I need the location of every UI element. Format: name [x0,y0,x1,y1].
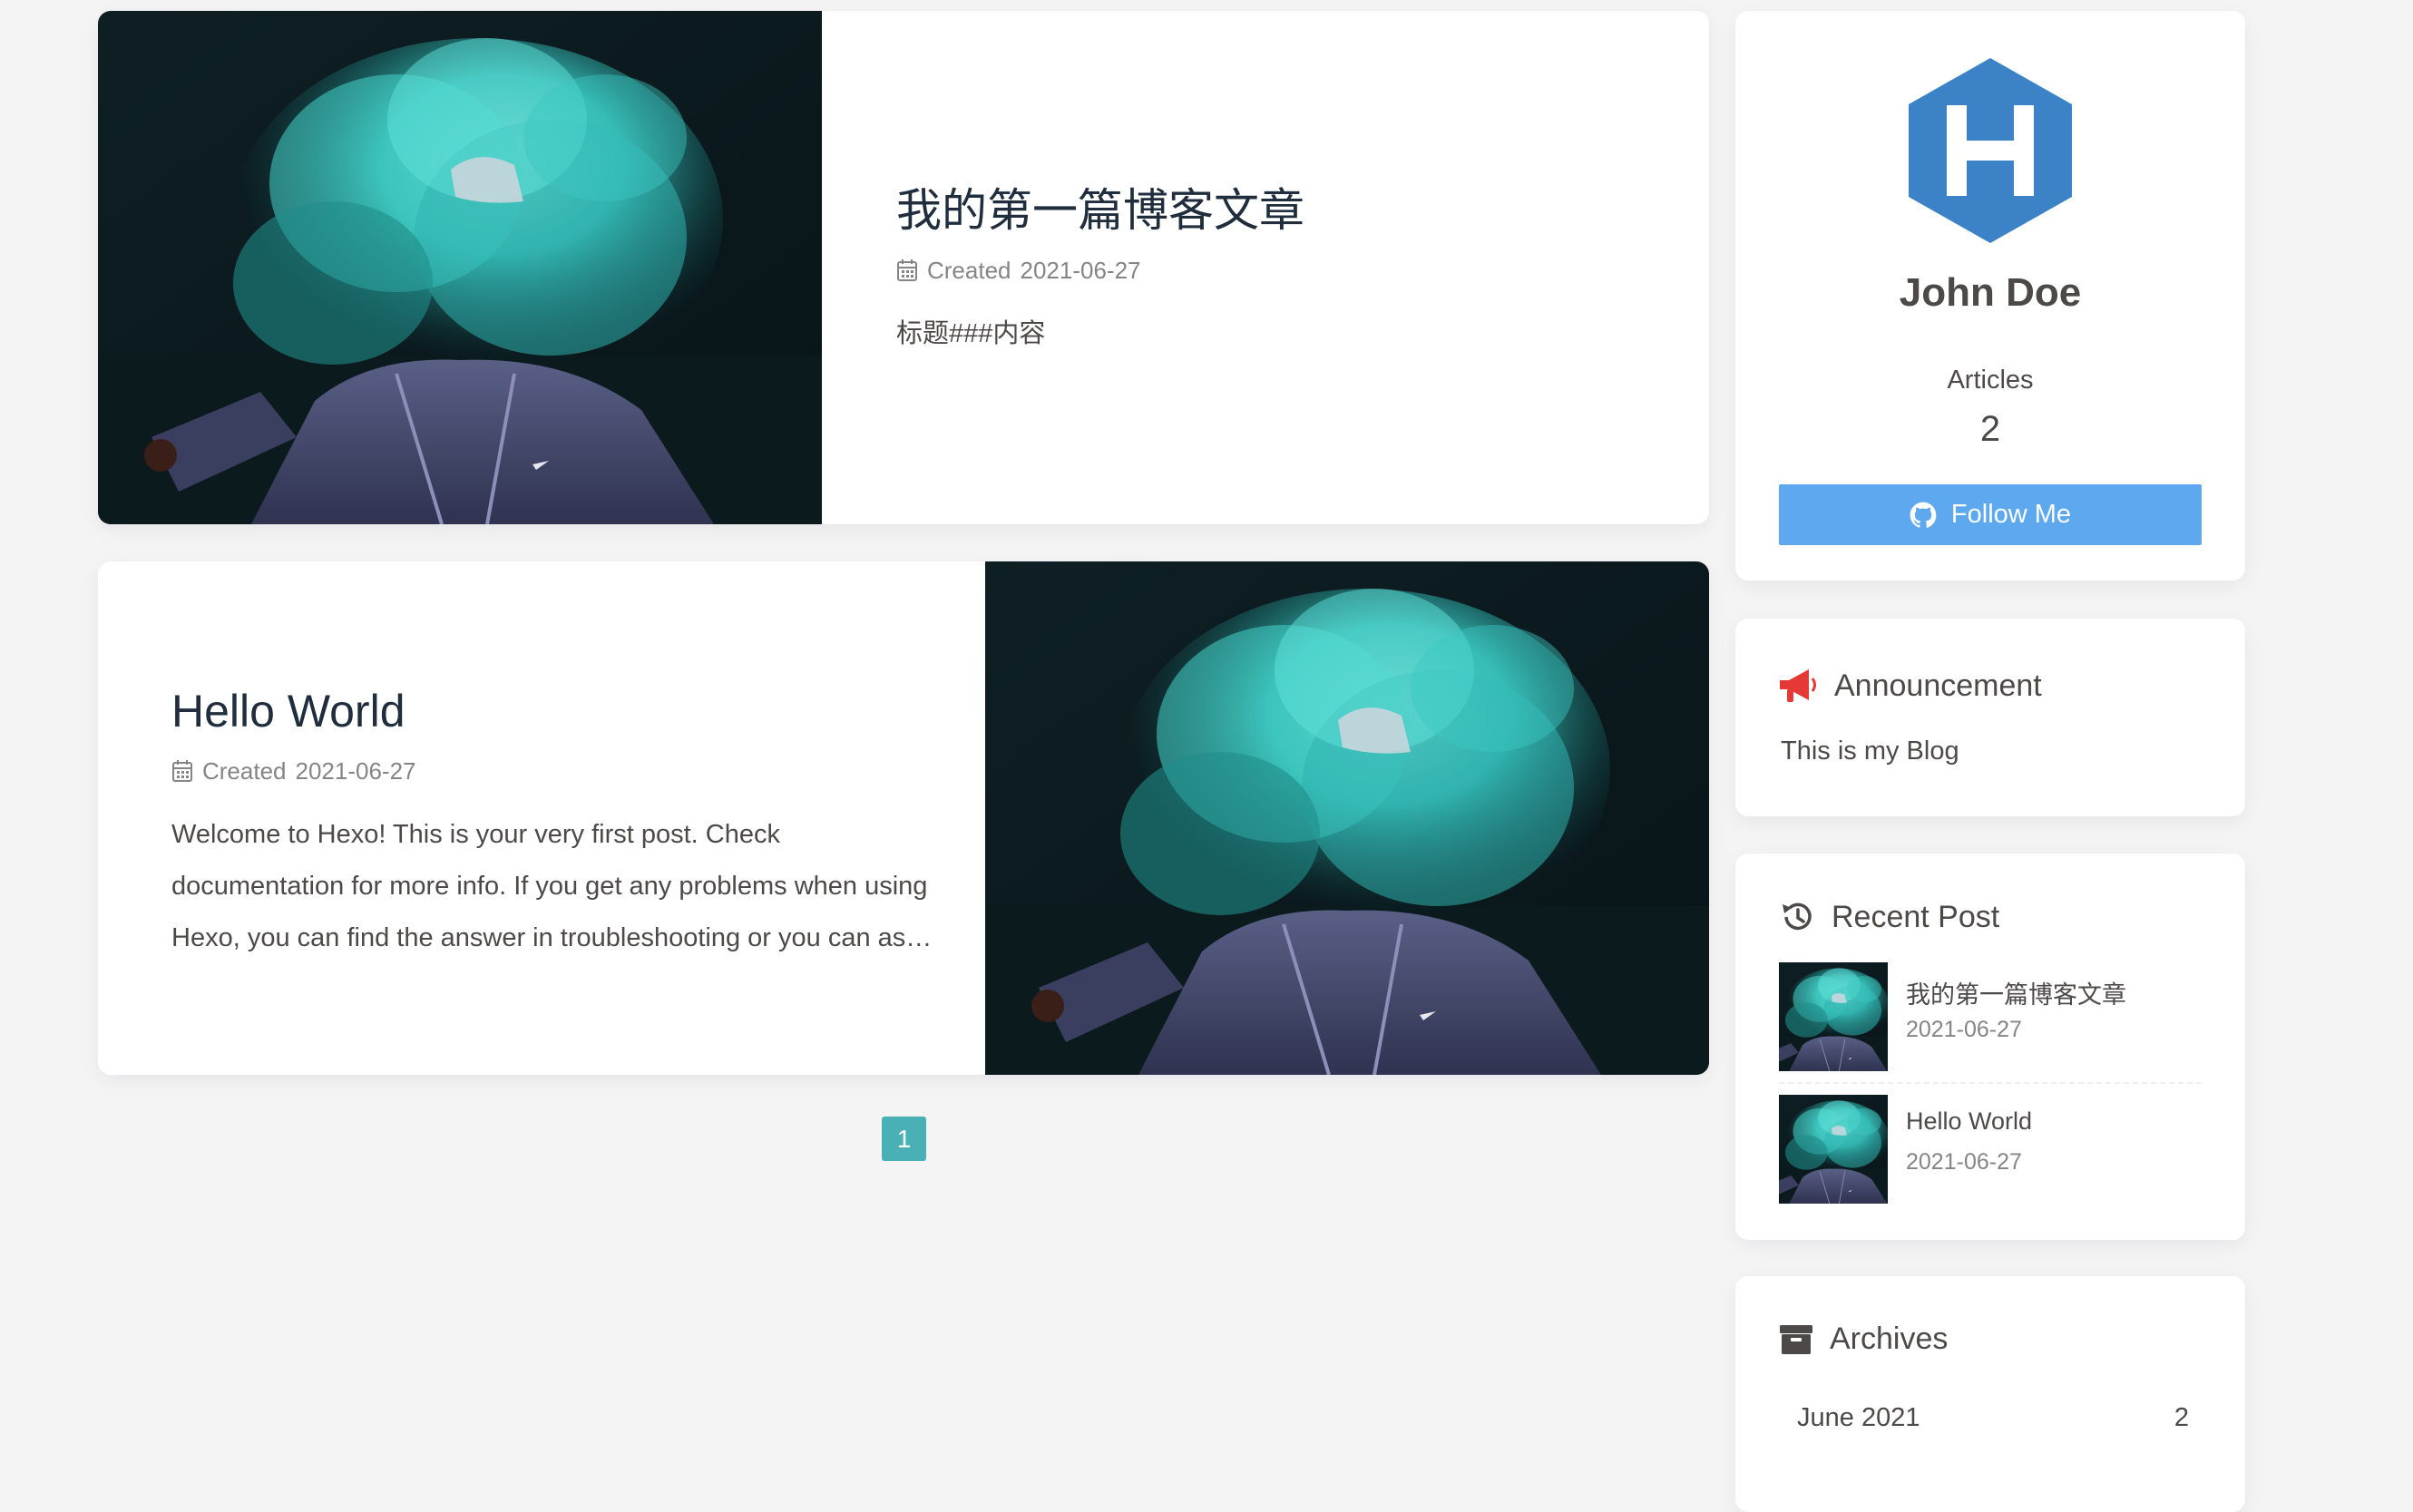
github-icon [1910,502,1937,528]
smoke-person-image-icon [1779,1095,1888,1204]
post-date: 2021-06-27 [295,756,416,785]
post-info: Hello World Created 2021-06-27 Welcome t… [171,682,970,964]
recent-post-title: Recent Post [1832,899,2000,934]
history-icon [1783,902,1812,931]
megaphone-icon [1780,669,1816,702]
smoke-person-image-icon [1779,962,1888,1071]
author-info-card: John Doe Articles 2 Follow Me [1735,11,2245,580]
post-cover-image[interactable] [98,11,822,524]
recent-post-card: Recent Post 我的第一篇博客文章 2021-06-27 Hello W… [1735,854,2245,1240]
archives-header: Archives [1779,1322,1948,1357]
announcement-card: Announcement This is my Blog [1735,619,2245,816]
articles-count[interactable]: 2 [1735,409,2245,450]
post-title[interactable]: 我的第一篇博客文章 [896,181,1658,239]
recent-post-header: Recent Post [1779,899,1999,935]
recent-post-thumbnail[interactable] [1779,962,1888,1071]
recent-post-thumbnail[interactable] [1779,1095,1888,1204]
post-card[interactable]: Hello World Created 2021-06-27 Welcome t… [98,561,1709,1075]
post-meta: Created 2021-06-27 [171,753,970,789]
calendar-icon [897,259,917,281]
archives-card: Archives June 2021 2 [1735,1276,2245,1512]
calendar-icon [172,760,192,782]
announcement-text: This is my Blog [1781,736,1959,766]
announcement-header: Announcement [1776,666,2042,706]
recent-post-item[interactable]: 我的第一篇博客文章 2021-06-27 [1779,962,2202,1084]
avatar [1909,58,2072,243]
post-meta-label: Created [202,756,287,785]
smoke-person-image-icon [98,11,822,524]
recent-post-item-date: 2021-06-27 [1906,1017,2022,1042]
archive-item-label[interactable]: June 2021 [1797,1403,1920,1433]
announcement-title: Announcement [1834,668,2042,703]
articles-label[interactable]: Articles [1735,366,2245,395]
post-title[interactable]: Hello World [171,682,970,740]
post-excerpt: 标题###内容 [896,319,1046,348]
author-name: John Doe [1899,270,2082,315]
pagination-current-page[interactable]: 1 [882,1117,926,1161]
archive-item[interactable]: June 2021 2 [1797,1403,2189,1433]
post-cover-image[interactable] [985,561,1709,1075]
post-excerpt: Welcome to Hexo! This is your very first… [171,820,928,952]
archives-title: Archives [1830,1322,1949,1356]
post-card[interactable]: 我的第一篇博客文章 Created 2021-06-27 标题###内容 [98,11,1709,524]
recent-post-item-date: 2021-06-27 [1906,1149,2022,1175]
recent-post-item[interactable]: Hello World 2021-06-27 [1779,1095,2202,1204]
post-meta-label: Created [927,256,1011,284]
archive-item-count: 2 [2174,1403,2189,1432]
recent-post-item-title[interactable]: Hello World [1906,1107,2032,1136]
post-info: 我的第一篇博客文章 Created 2021-06-27 标题###内容 [896,181,1658,360]
post-date: 2021-06-27 [1020,256,1141,284]
hexo-logo-icon [1909,58,2072,243]
archive-box-icon [1780,1324,1812,1354]
post-meta: Created 2021-06-27 [896,252,1658,288]
recent-post-item-title[interactable]: 我的第一篇博客文章 [1906,975,2126,1010]
follow-me-label: Follow Me [1950,500,2072,529]
smoke-person-image-icon [985,561,1709,1075]
follow-me-button[interactable]: Follow Me [1779,484,2202,545]
